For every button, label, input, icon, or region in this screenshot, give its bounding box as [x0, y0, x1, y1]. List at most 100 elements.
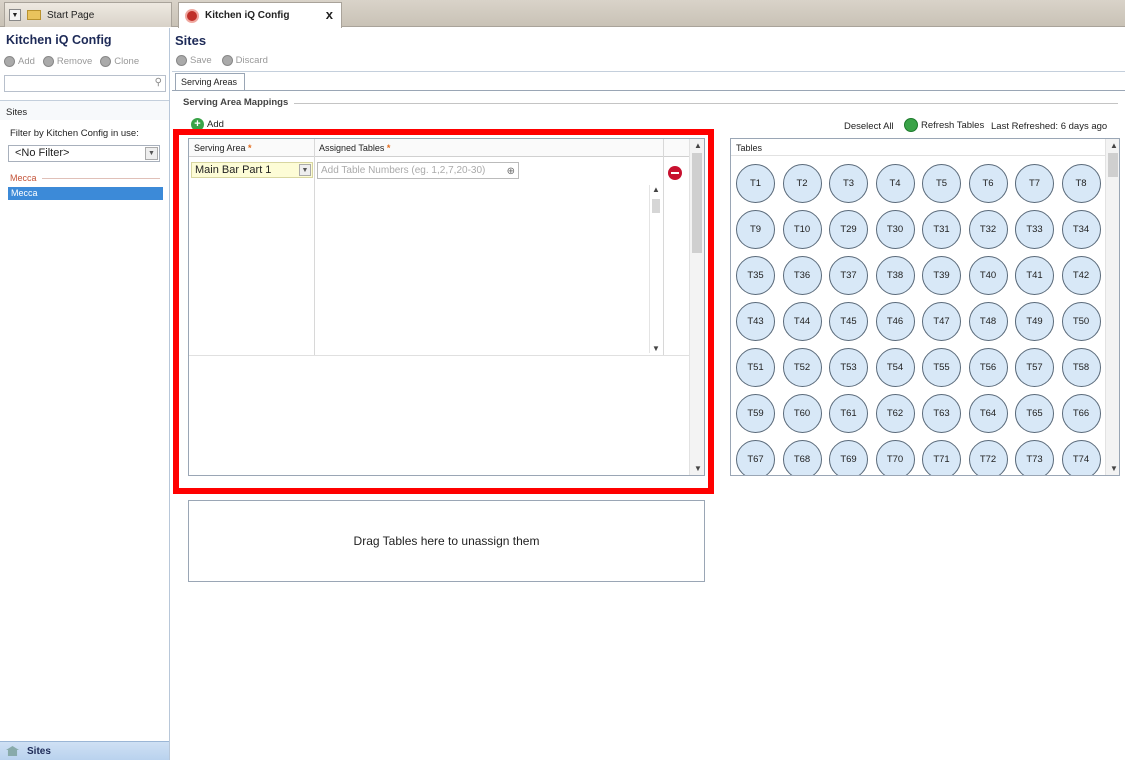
remove-icon — [42, 56, 54, 67]
table-item[interactable]: T2 — [782, 164, 822, 203]
document-tab-strip: ▼ Start Page Kitchen iQ Config x — [0, 0, 1125, 28]
tab-serving-areas[interactable]: Serving Areas — [175, 73, 245, 91]
scroll-down-icon[interactable]: ▼ — [1110, 464, 1118, 473]
group-label: Mecca — [10, 173, 37, 183]
add-button[interactable]: Add — [4, 56, 35, 67]
table-item[interactable]: T30 — [875, 210, 915, 249]
table-item[interactable]: T29 — [829, 210, 868, 249]
tables-scrollbar[interactable]: ▲ ▼ — [1105, 139, 1119, 475]
table-item[interactable]: T51 — [736, 348, 775, 387]
chevron-down-icon[interactable]: ▼ — [145, 147, 158, 160]
table-item[interactable]: T55 — [922, 348, 961, 387]
site-list-item[interactable]: Mecca — [8, 187, 163, 200]
table-item[interactable]: T31 — [922, 210, 961, 249]
table-item[interactable]: T7 — [1015, 164, 1054, 203]
table-item[interactable]: T3 — [829, 164, 868, 203]
scroll-thumb[interactable] — [1108, 153, 1118, 177]
table-item[interactable]: T71 — [922, 440, 961, 475]
last-refreshed-text: Last Refreshed: 6 days ago — [991, 121, 1108, 132]
remove-button[interactable]: Remove — [42, 56, 92, 67]
table-item[interactable]: T74 — [1061, 440, 1101, 475]
close-icon[interactable]: x — [326, 7, 333, 22]
folder-icon — [27, 10, 41, 20]
table-item[interactable]: T38 — [875, 256, 915, 295]
table-item[interactable]: T50 — [1061, 302, 1101, 341]
left-toolbar: Add Remove Clone — [4, 56, 139, 67]
table-item[interactable]: T1 — [736, 164, 775, 203]
table-item[interactable]: T5 — [922, 164, 961, 203]
filter-select[interactable]: <No Filter> ▼ — [8, 145, 160, 162]
table-item[interactable]: T40 — [968, 256, 1008, 295]
tab-start-page[interactable]: ▼ Start Page — [4, 2, 172, 27]
tables-label: Tables — [736, 143, 763, 153]
main-toolbar: Save Discard — [176, 55, 268, 66]
table-item[interactable]: T57 — [1015, 348, 1054, 387]
table-item[interactable]: T36 — [782, 256, 822, 295]
table-item[interactable]: T58 — [1061, 348, 1101, 387]
table-item[interactable]: T37 — [829, 256, 868, 295]
table-item[interactable]: T46 — [875, 302, 915, 341]
search-input[interactable]: ⚲ — [4, 75, 166, 92]
table-item[interactable]: T47 — [922, 302, 961, 341]
page-title: Sites — [175, 33, 207, 48]
table-item[interactable]: T72 — [968, 440, 1008, 475]
table-item[interactable]: T48 — [968, 302, 1008, 341]
table-item[interactable]: T63 — [922, 394, 961, 433]
table-item[interactable]: T69 — [829, 440, 868, 475]
tab-kitchen-iq-config[interactable]: Kitchen iQ Config x — [178, 2, 342, 28]
table-item[interactable]: T8 — [1061, 164, 1101, 203]
table-item[interactable]: T45 — [829, 302, 868, 341]
table-item[interactable]: T66 — [1061, 394, 1101, 433]
table-item[interactable]: T43 — [736, 302, 775, 341]
search-icon[interactable]: ⚲ — [155, 77, 162, 88]
add-icon — [4, 56, 15, 67]
table-item[interactable]: T68 — [782, 440, 822, 475]
table-item[interactable]: T33 — [1015, 210, 1054, 249]
table-item[interactable]: T39 — [922, 256, 961, 295]
drop-zone-label: Drag Tables here to unassign them — [353, 534, 540, 548]
table-item[interactable]: T65 — [1015, 394, 1054, 433]
tables-grid: T1 T2 T3 T4 T5 T6 T7 T8 T9 T10 T29 T30 T31 T32 T33 T34 T… — [736, 164, 1101, 475]
discard-icon — [221, 55, 233, 66]
table-item[interactable]: T52 — [782, 348, 822, 387]
app-icon — [185, 8, 199, 23]
table-item[interactable]: T34 — [1061, 210, 1101, 249]
table-item[interactable]: T59 — [736, 394, 775, 433]
table-item[interactable]: T35 — [736, 256, 775, 295]
discard-button[interactable]: Discard — [221, 55, 268, 66]
table-item[interactable]: T70 — [875, 440, 915, 475]
sites-nav-button[interactable]: Sites — [0, 741, 169, 760]
save-label: Save — [190, 55, 212, 66]
clone-label: Clone — [114, 56, 140, 67]
table-item[interactable]: T67 — [736, 440, 775, 475]
deselect-all-button[interactable]: Deselect All — [844, 121, 894, 132]
unassign-drop-zone[interactable]: Drag Tables here to unassign them — [188, 500, 705, 582]
tab-dropdown-icon[interactable]: ▼ — [9, 9, 21, 21]
table-item[interactable]: T56 — [968, 348, 1008, 387]
table-item[interactable]: T64 — [968, 394, 1008, 433]
table-item[interactable]: T54 — [875, 348, 915, 387]
table-item[interactable]: T6 — [968, 164, 1008, 203]
table-item[interactable]: T9 — [736, 210, 775, 249]
scroll-up-icon[interactable]: ▲ — [1110, 141, 1118, 150]
table-item[interactable]: T53 — [829, 348, 868, 387]
table-item[interactable]: T60 — [782, 394, 822, 433]
table-item[interactable]: T73 — [1015, 440, 1054, 475]
refresh-label: Refresh Tables — [921, 119, 985, 131]
save-button[interactable]: Save — [176, 55, 212, 66]
refresh-tables-button[interactable]: Refresh Tables — [904, 118, 984, 132]
table-item[interactable]: T42 — [1061, 256, 1101, 295]
table-item[interactable]: T49 — [1015, 302, 1054, 341]
table-item[interactable]: T10 — [782, 210, 822, 249]
table-item[interactable]: T62 — [875, 394, 915, 433]
refresh-icon — [904, 118, 918, 132]
table-item[interactable]: T44 — [782, 302, 822, 341]
discard-label: Discard — [235, 55, 268, 66]
tab-label: Start Page — [47, 9, 95, 21]
clone-button[interactable]: Clone — [100, 56, 139, 67]
table-item[interactable]: T61 — [829, 394, 868, 433]
section-title: Serving Area Mappings — [183, 97, 289, 108]
table-item[interactable]: T4 — [875, 164, 915, 203]
table-item[interactable]: T41 — [1015, 256, 1054, 295]
table-item[interactable]: T32 — [968, 210, 1008, 249]
